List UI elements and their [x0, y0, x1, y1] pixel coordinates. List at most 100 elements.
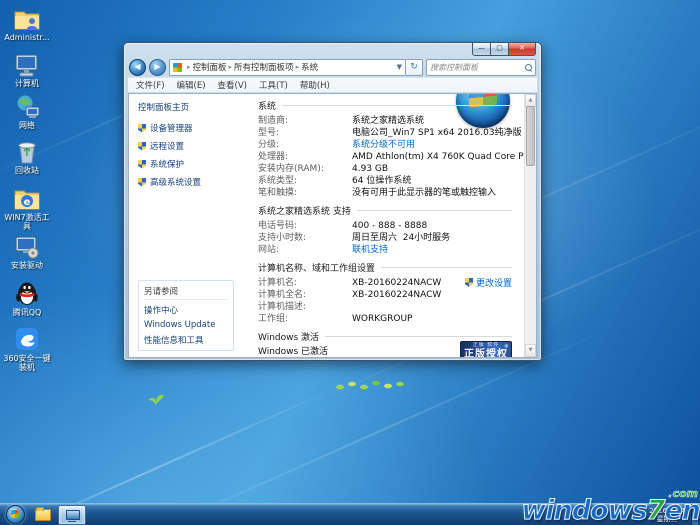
tray-weekday: 星期三 [649, 515, 685, 523]
row-label: 支持小时数: [258, 232, 352, 244]
content-scrollbar[interactable]: ▲ ▼ [524, 94, 536, 357]
see-also-title: 另请参阅 [144, 285, 228, 300]
workgroup-value: WORKGROUP [352, 313, 412, 325]
section-computer-name: 计算机名称、域和工作组设置 更改设置 计算机名:XB-20160224NACW … [258, 261, 512, 325]
minimize-button[interactable]: — [472, 43, 491, 56]
clock[interactable]: 2016/2/24 星期三 [643, 507, 691, 523]
sidebar-item-system-protection[interactable]: 系统保护 [138, 158, 240, 170]
refresh-button[interactable]: ↻ [406, 59, 423, 76]
see-also-performance-tools[interactable]: 性能信息和工具 [144, 334, 228, 346]
qq-penguin-icon [13, 281, 41, 307]
desktop-icon-recycle-bin[interactable]: 回收站 [2, 139, 52, 175]
scrollbar-thumb[interactable] [526, 106, 535, 166]
genuine-badge[interactable]: ❄ 正版 软件 正版授权 安全 放心 [460, 341, 512, 357]
badge-main-text: 正版授权 [461, 349, 511, 357]
start-button[interactable] [6, 505, 25, 524]
row-label: 网站: [258, 244, 352, 256]
desktop-icon-label: WIN7激活工具 [2, 213, 52, 231]
breadcrumb-dropdown-icon[interactable]: ▼ [397, 63, 402, 71]
taskbar: 2016/2/24 星期三 [0, 503, 700, 525]
pen-touch-value: 没有可用于此显示器的笔或触控输入 [352, 187, 496, 199]
sparkle-icon: ❄ [504, 343, 509, 350]
see-also-windows-update[interactable]: Windows Update [144, 320, 228, 330]
system-info-panel: 系统 制造商:系统之家精选系统 型号:电脑公司_Win7 SP1 x64 201… [244, 94, 536, 357]
show-desktop-button[interactable] [691, 504, 698, 525]
recycle-bin-icon [13, 139, 41, 165]
sidebar: 控制面板主页 设备管理器 远程设置 系统保护 高级系统设置 [129, 94, 244, 357]
search-icon [525, 64, 532, 71]
back-button[interactable]: ◀ [129, 59, 146, 76]
system-window: — ▢ ✕ ◀ ▶ ▸ 控制面板 ▸ 所有控制面板项 ▸ 系统 ▼ ↻ 搜索控制… [123, 42, 542, 361]
online-support-link[interactable]: 联机支持 [352, 244, 388, 256]
desktop-icon-tencent-qq[interactable]: 腾讯QQ [2, 281, 52, 317]
row-label: 分级: [258, 139, 352, 151]
menu-tools[interactable]: 工具(T) [259, 79, 288, 91]
desktop-icon-label: 腾讯QQ [2, 308, 52, 317]
row-label: 电话号码: [258, 220, 352, 232]
wallpaper-sprout [334, 378, 406, 392]
model-value: 电脑公司_Win7 SP1 x64 2016.03纯净版 [352, 127, 522, 139]
section-title: 计算机名称、域和工作组设置 [258, 261, 375, 274]
taskbar-explorer-button[interactable] [30, 506, 56, 524]
support-hours-value: 周日至周六 24小时服务 [352, 232, 450, 244]
desktop-icon-onekey-install[interactable]: 360安全一键装机 [2, 327, 52, 372]
section-title: 系统 [258, 99, 276, 112]
desktop-icon-administrator[interactable]: Administr... [2, 6, 52, 42]
desktop-icon-win7-activation-tool[interactable]: e WIN7激活工具 [2, 186, 52, 231]
menu-edit[interactable]: 编辑(E) [177, 79, 206, 91]
change-settings-link[interactable]: 更改设置 [465, 276, 512, 289]
row-label: 笔和触摸: [258, 187, 352, 199]
sidebar-item-device-manager[interactable]: 设备管理器 [138, 122, 240, 134]
row-label: 计算机名: [258, 277, 352, 289]
uac-shield-icon [138, 160, 146, 169]
row-label: 系统类型: [258, 175, 352, 187]
desktop-icon-network[interactable]: 网络 [2, 94, 52, 130]
ram-value: 4.93 GB [352, 163, 388, 175]
forward-button[interactable]: ▶ [149, 59, 166, 76]
menu-file[interactable]: 文件(F) [136, 79, 165, 91]
explorer-folder-icon [35, 509, 51, 521]
breadcrumb-all-items[interactable]: 所有控制面板项 [234, 61, 294, 73]
driver-install-icon [13, 234, 41, 260]
address-bar: ◀ ▶ ▸ 控制面板 ▸ 所有控制面板项 ▸ 系统 ▼ ↻ 搜索控制面板 [124, 57, 541, 77]
menu-view[interactable]: 查看(V) [218, 79, 247, 91]
maximize-button[interactable]: ▢ [491, 43, 508, 56]
desktop-icon-label: Administr... [2, 33, 52, 42]
sidebar-control-panel-home[interactable]: 控制面板主页 [138, 101, 240, 113]
processor-value: AMD Athlon(tm) X4 760K Quad Core Process… [352, 151, 536, 163]
system-window-icon [66, 510, 78, 520]
desktop-icon-label: 回收站 [2, 166, 52, 175]
uac-shield-icon [138, 142, 146, 151]
desktop-icon-computer[interactable]: 计算机 [2, 52, 52, 88]
control-panel-icon [173, 63, 182, 72]
activation-folder-icon: e [13, 186, 41, 212]
desktop-icon-driver-install[interactable]: 安装驱动 [2, 234, 52, 270]
breadcrumb-separator: ▸ [296, 63, 300, 71]
system-type-value: 64 位操作系统 [352, 175, 411, 187]
scroll-down-arrow[interactable]: ▼ [525, 344, 536, 357]
rating-unavailable-link[interactable]: 系统分级不可用 [352, 139, 415, 151]
section-title: 系统之家精选系统 支持 [258, 204, 351, 217]
row-label: 处理器: [258, 151, 352, 163]
computer-name-value: XB-20160224NACW [352, 277, 441, 289]
section-support: 系统之家精选系统 支持 电话号码:400 - 888 - 8888 支持小时数:… [258, 204, 512, 256]
close-button[interactable]: ✕ [508, 43, 536, 56]
desktop-icon-label: 网络 [2, 121, 52, 130]
see-also-action-center[interactable]: 操作中心 [144, 304, 228, 316]
breadcrumb[interactable]: ▸ 控制面板 ▸ 所有控制面板项 ▸ 系统 ▼ [169, 59, 406, 76]
network-icon [13, 94, 41, 120]
sidebar-item-label: 系统保护 [150, 158, 184, 170]
breadcrumb-system[interactable]: 系统 [301, 61, 318, 73]
sidebar-item-label: 远程设置 [150, 140, 184, 152]
menu-help[interactable]: 帮助(H) [300, 79, 330, 91]
row-label: 计算机全名: [258, 289, 352, 301]
sidebar-item-label: 设备管理器 [150, 122, 193, 134]
manufacturer-value: 系统之家精选系统 [352, 115, 424, 127]
sidebar-item-remote-settings[interactable]: 远程设置 [138, 140, 240, 152]
tray-date: 2016/2/24 [649, 507, 685, 515]
taskbar-system-window-button[interactable] [58, 505, 86, 525]
window-titlebar[interactable]: — ▢ ✕ [124, 43, 541, 57]
sidebar-item-advanced-settings[interactable]: 高级系统设置 [138, 176, 240, 188]
search-input[interactable]: 搜索控制面板 [426, 59, 536, 76]
breadcrumb-control-panel[interactable]: 控制面板 [193, 61, 227, 73]
